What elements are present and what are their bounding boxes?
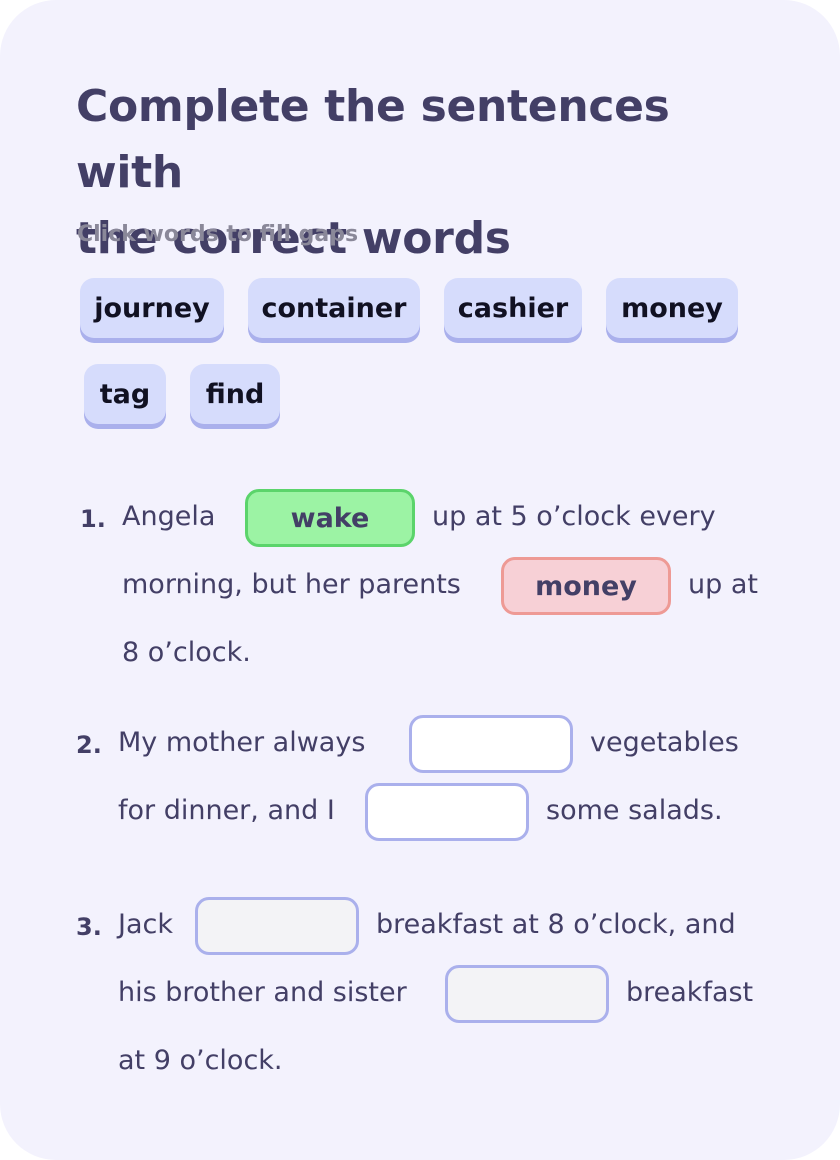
sentence-text: for dinner, and I — [118, 795, 335, 826]
sentence-text: Jack — [118, 909, 173, 940]
word-chip-container[interactable]: container — [248, 278, 420, 338]
sentence-text: up at 5 o’clock every — [432, 501, 716, 532]
word-chip-money[interactable]: money — [606, 278, 738, 338]
word-chip-cashier[interactable]: cashier — [444, 278, 582, 338]
sentence-text: breakfast — [626, 977, 754, 1008]
sentence-text: breakfast at 8 o’clock, and — [376, 909, 736, 940]
sentence-text: morning, but her parents — [122, 569, 461, 600]
word-chip-journey[interactable]: journey — [80, 278, 224, 338]
sentence-text: My mother always — [118, 727, 366, 758]
sentence-number: 1. — [80, 505, 106, 533]
sentence-text: 8 o’clock. — [122, 637, 251, 668]
gap-1-2[interactable]: money — [501, 557, 671, 615]
word-chip-tag[interactable]: tag — [84, 364, 166, 424]
gap-2-1[interactable] — [409, 715, 573, 773]
sentence-text: Angela — [122, 501, 216, 532]
sentence-text: his brother and sister — [118, 977, 407, 1008]
gap-3-1[interactable] — [195, 897, 359, 955]
word-chip-find[interactable]: find — [190, 364, 280, 424]
sentence-text: up at — [688, 569, 758, 600]
exercise-card: Complete the sentences with the correct … — [0, 0, 840, 1160]
gap-1-1[interactable]: wake — [245, 489, 415, 547]
sentence-number: 2. — [76, 731, 102, 759]
title-line-1: Complete the sentences with — [76, 81, 670, 198]
sentence-text: at 9 o’clock. — [118, 1045, 283, 1076]
gap-2-2[interactable] — [365, 783, 529, 841]
sentence-text: vegetables — [590, 727, 739, 758]
sentence-number: 3. — [76, 913, 102, 941]
instructions: Click words to fill gaps — [77, 222, 359, 247]
sentence-text: some salads. — [546, 795, 723, 826]
gap-3-2[interactable] — [445, 965, 609, 1023]
